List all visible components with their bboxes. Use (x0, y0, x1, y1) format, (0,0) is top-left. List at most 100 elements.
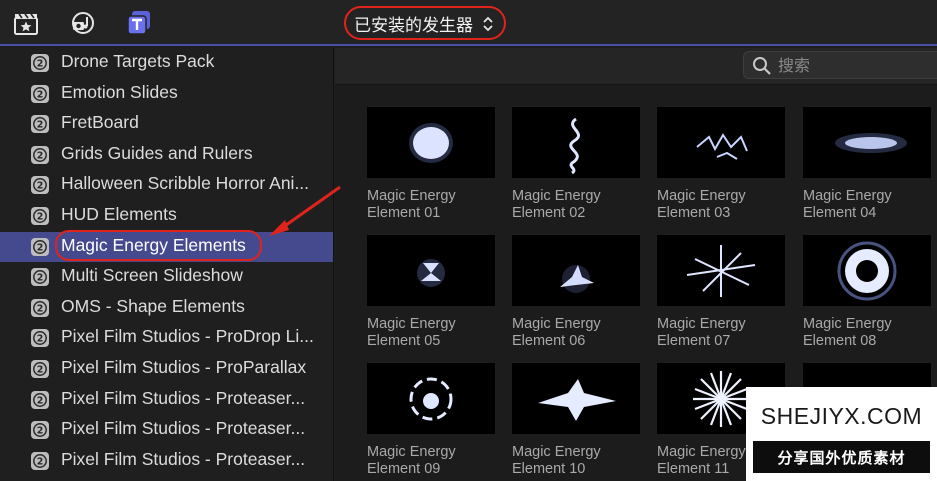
generator-title-line1: Magic Energy (512, 316, 601, 332)
generator-title-line2: Element 02 (512, 205, 586, 221)
svg-text:2: 2 (37, 59, 44, 70)
sidebar-item[interactable]: 2 FretBoard (0, 109, 333, 139)
sidebar-item-label: HUD Elements (61, 204, 177, 224)
sidebar-item[interactable]: 2 Pixel Film Studios - Proteaser... (0, 446, 333, 476)
sidebar-item-label: Multi Screen Slideshow (61, 265, 243, 286)
generator-title-line2: Element 08 (803, 333, 877, 349)
generator-title-line1: Magic Energy (803, 316, 892, 332)
search-bar (335, 48, 937, 85)
updown-chevron-icon (482, 15, 494, 38)
generator-thumbnail (657, 107, 785, 178)
search-input[interactable] (778, 54, 937, 76)
generator-title: Magic Energy Element 09 (367, 444, 456, 478)
watermark: SHEJIYX.COM 分享国外优质素材 (746, 387, 937, 481)
generator-title-line1: Magic Energy (367, 316, 456, 332)
generator-title: Magic Energy Element 07 (657, 316, 746, 350)
svg-text:2: 2 (37, 273, 44, 284)
generator-title: Magic Energy Element 04 (803, 188, 892, 222)
generator-thumbnail (512, 363, 640, 434)
sidebar-item[interactable]: 2 Pixel Film Studios - ProParallax (0, 354, 333, 384)
svg-text:2: 2 (37, 456, 44, 467)
generator-thumbnail (803, 235, 931, 306)
generator-title: Magic Energy Element 08 (803, 316, 892, 350)
sidebar-item[interactable]: 2 Grids Guides and Rulers (0, 140, 333, 170)
watermark-bar: 分享国外优质素材 (753, 441, 930, 473)
sidebar-item-label: OMS - Shape Elements (61, 295, 245, 316)
generator-thumbnail (512, 235, 640, 306)
generator-badge-icon: 2 (30, 420, 50, 440)
generator-title-line2: Element 10 (512, 461, 586, 477)
svg-text:2: 2 (37, 426, 44, 437)
sidebar-item[interactable]: 2 Pixel Film Studios - ProDrop Li... (0, 323, 333, 353)
generator-title-line1: Magic Energy (657, 444, 746, 460)
generator-title: Magic Energy Element 02 (512, 188, 601, 222)
generator-tile[interactable]: Magic Energy Element 09 (367, 363, 495, 481)
watermark-tagline: 分享国外优质素材 (777, 448, 906, 467)
generator-badge-icon: 2 (30, 298, 50, 318)
generator-title-line1: Magic Energy (512, 188, 601, 204)
svg-text:2: 2 (37, 242, 44, 253)
sidebar-item[interactable]: 2 Pixel Film Studios - Proteaser... (0, 385, 333, 415)
generator-title: Magic Energy Element 10 (512, 444, 601, 478)
generator-badge-icon: 2 (30, 267, 50, 287)
generator-title: Magic Energy Element 03 (657, 188, 746, 222)
sidebar-item[interactable]: 2 HUD Elements (0, 201, 333, 231)
generator-tile[interactable]: Magic Energy Element 08 (803, 235, 931, 357)
sidebar-item-label: Magic Energy Elements (61, 234, 246, 255)
generator-title-line2: Element 11 (657, 461, 730, 477)
generator-library-picker[interactable]: 已安装的发生器 (344, 6, 506, 40)
generator-title-line2: Element 09 (367, 461, 441, 477)
search-icon (752, 56, 772, 81)
generator-tile[interactable]: Magic Energy Element 10 (512, 363, 640, 481)
generator-title: Magic Energy Element 01 (367, 188, 456, 222)
generator-badge-icon: 2 (30, 114, 50, 134)
generator-badge-icon: 2 (30, 53, 50, 73)
generator-thumbnail (657, 235, 785, 306)
generator-tile[interactable]: Magic Energy Element 03 (657, 107, 785, 229)
generator-tile[interactable]: Magic Energy Element 02 (512, 107, 640, 229)
generator-title-line1: Magic Energy (367, 188, 456, 204)
sidebar-item-label: Emotion Slides (61, 81, 178, 102)
sidebar-item[interactable]: 2 Halloween Scribble Horror Ani... (0, 170, 333, 200)
generator-badge-icon: 2 (30, 390, 50, 410)
generator-tile[interactable]: Magic Energy Element 06 (512, 235, 640, 357)
sidebar-item[interactable]: 2 OMS - Shape Elements (0, 293, 333, 323)
music-camera-icon[interactable] (67, 8, 97, 38)
generator-thumbnail (367, 363, 495, 434)
generator-title-line2: Element 04 (803, 205, 877, 221)
generator-title: Magic Energy Element 06 (512, 316, 601, 350)
generator-badge-icon: 2 (30, 206, 50, 226)
svg-text:2: 2 (37, 334, 44, 345)
search-field[interactable] (743, 51, 937, 79)
sidebar-item[interactable]: 2 Drone Targets Pack (0, 48, 333, 78)
generator-title-line2: Element 05 (367, 333, 441, 349)
generator-title-line2: Element 03 (657, 205, 731, 221)
generator-badge-icon: 2 (30, 175, 50, 195)
generator-tile[interactable]: Magic Energy Element 05 (367, 235, 495, 357)
sidebar-item-label: Pixel Film Studios - Proteaser... (61, 387, 306, 408)
generator-category-sidebar: 2 Drone Targets Pack 2 Emotion Slides 2 FretB… (0, 48, 334, 481)
generator-thumbnail (803, 107, 931, 178)
sidebar-item[interactable]: 2 Magic Energy Elements (0, 231, 333, 262)
sidebar-item-label: Pixel Film Studios - ProDrop Li... (61, 326, 314, 347)
sidebar-item-label: Pixel Film Studios - Proteaser... (61, 448, 306, 469)
titles-T-icon[interactable] (124, 8, 154, 38)
sidebar-item[interactable]: 2 Multi Screen Slideshow (0, 262, 333, 292)
generator-badge-icon: 2 (30, 328, 50, 348)
svg-text:2: 2 (37, 181, 44, 192)
clapper-star-icon[interactable] (11, 8, 41, 38)
generator-tile[interactable]: Magic Energy Element 04 (803, 107, 931, 229)
generator-tile[interactable]: Magic Energy Element 07 (657, 235, 785, 357)
sidebar-item-label: FretBoard (61, 112, 139, 133)
sidebar-item[interactable]: 2 Pixel Film Studios - Proteaser... (0, 415, 333, 445)
sidebar-item-label: Pixel Film Studios - ProParallax (61, 357, 307, 377)
generator-tile[interactable]: Magic Energy Element 01 (367, 107, 495, 229)
sidebar-item[interactable]: 2 Emotion Slides (0, 79, 333, 109)
svg-text:2: 2 (37, 303, 44, 314)
generator-badge-icon: 2 (30, 84, 50, 104)
generator-title-line2: Element 01 (367, 205, 441, 221)
sidebar-item-label: Grids Guides and Rulers (61, 142, 253, 163)
generator-badge-icon: 2 (30, 145, 50, 165)
generator-title-line1: Magic Energy (367, 444, 456, 460)
generator-badge-icon: 2 (30, 359, 50, 379)
